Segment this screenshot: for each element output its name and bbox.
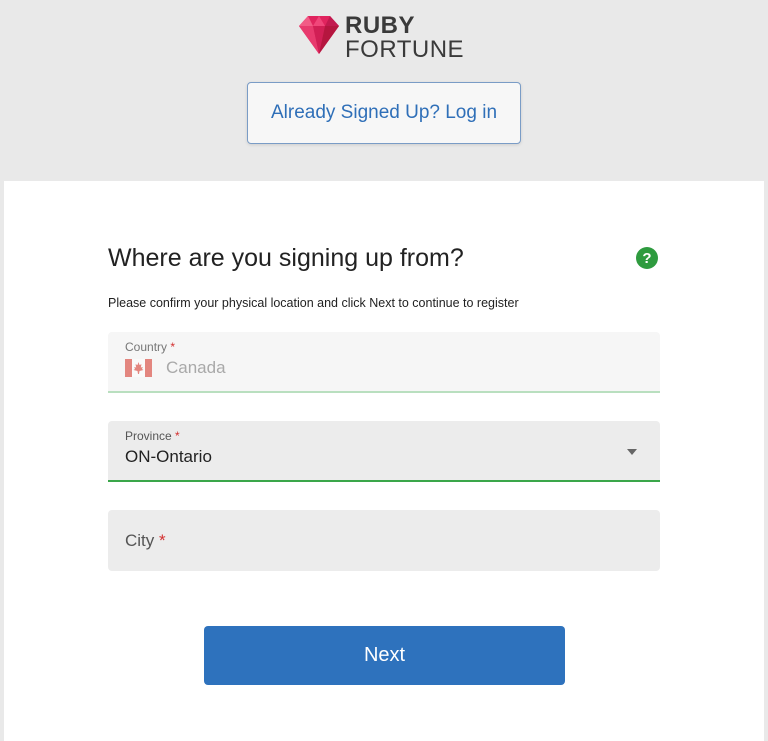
chevron-down-icon[interactable] bbox=[627, 449, 637, 455]
country-value: Canada bbox=[125, 358, 226, 378]
country-field-label: Country * bbox=[125, 340, 175, 354]
ruby-gem-icon bbox=[299, 16, 339, 54]
country-field: Country * Canada bbox=[108, 332, 660, 393]
required-asterisk: * bbox=[170, 340, 176, 354]
city-input[interactable]: City * bbox=[108, 510, 660, 571]
page-title: Where are you signing up from? bbox=[108, 244, 464, 272]
next-button[interactable]: Next bbox=[204, 626, 565, 685]
help-icon[interactable]: ? bbox=[636, 247, 658, 269]
brand-name-line2: FORTUNE bbox=[345, 36, 465, 63]
login-button[interactable]: Already Signed Up? Log in bbox=[247, 82, 521, 144]
brand-logo[interactable]: RUBY FORTUNE bbox=[297, 14, 487, 62]
canada-flag-icon bbox=[125, 359, 152, 377]
city-label-text: City bbox=[125, 531, 155, 550]
country-label-text: Country bbox=[125, 340, 168, 354]
page-subtitle: Please confirm your physical location an… bbox=[108, 296, 519, 310]
brand-name-line1: RUBY bbox=[345, 12, 416, 39]
province-select[interactable]: Province * ON-Ontario bbox=[108, 421, 660, 482]
header: RUBY FORTUNE Already Signed Up? Log in bbox=[0, 0, 768, 180]
province-label-text: Province bbox=[125, 429, 172, 443]
city-field-label: City * bbox=[125, 531, 166, 551]
province-field-label: Province * bbox=[125, 429, 180, 443]
province-value: ON-Ontario bbox=[125, 447, 212, 466]
required-asterisk: * bbox=[159, 531, 166, 550]
required-asterisk: * bbox=[175, 429, 180, 443]
country-value-text: Canada bbox=[166, 358, 226, 377]
